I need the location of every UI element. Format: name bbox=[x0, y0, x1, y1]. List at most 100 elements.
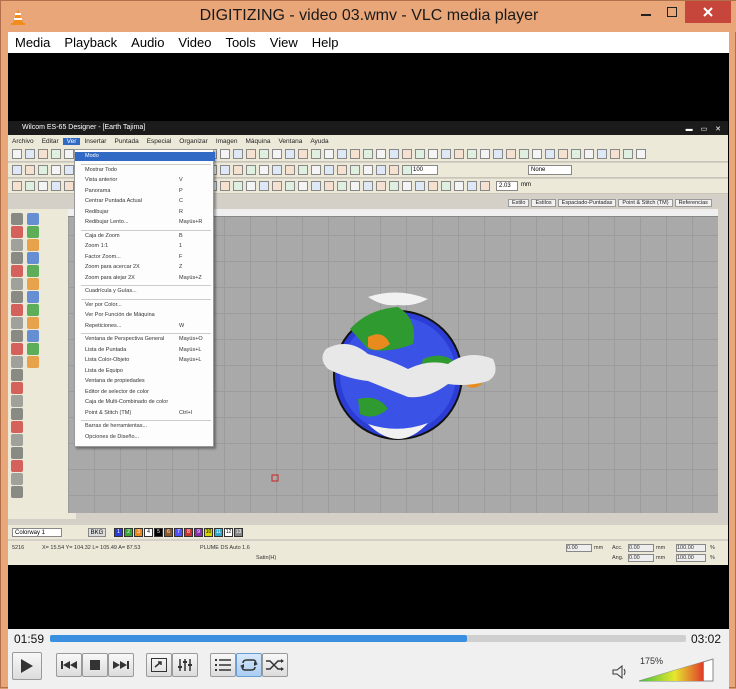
status-unit: mm bbox=[656, 555, 666, 561]
cursor-coords: X= 15.54 Y= 104.32 L= 105.49 A= 87.53 bbox=[42, 545, 141, 551]
toolbar-icon bbox=[64, 149, 74, 159]
toolbox-tool-icon bbox=[27, 356, 39, 368]
colorway-select: Colorway 1 bbox=[12, 528, 62, 537]
view-menu-item-label: Redibujar bbox=[85, 208, 109, 215]
palette-swatch: 3 bbox=[134, 528, 143, 537]
view-menu-item-shortcut: Mayús+R bbox=[179, 219, 203, 225]
volume-slider[interactable] bbox=[639, 657, 715, 683]
toolbar-icon bbox=[272, 165, 282, 175]
extended-settings-button[interactable] bbox=[172, 653, 198, 677]
toolbar-icon bbox=[233, 165, 243, 175]
menu-audio[interactable]: Audio bbox=[124, 35, 171, 50]
toolbar-icon bbox=[25, 165, 35, 175]
total-time: 03:02 bbox=[691, 632, 722, 646]
view-menu-item-shortcut: Z bbox=[179, 264, 183, 270]
toolbox-tool-icon bbox=[27, 317, 39, 329]
view-menu-item: Caja de Multi-Combinado de color bbox=[75, 398, 215, 407]
style-dropdown: None bbox=[528, 165, 572, 175]
toolbar-icon bbox=[467, 181, 477, 191]
status-unit: % bbox=[710, 555, 715, 561]
toolbox-tool-icon bbox=[11, 486, 23, 498]
status-field: 100.00 bbox=[676, 554, 706, 562]
toolbar-icon bbox=[25, 149, 35, 159]
menu-help[interactable]: Help bbox=[305, 35, 346, 50]
toolbar-icon bbox=[298, 165, 308, 175]
toolbar-icon bbox=[285, 149, 295, 159]
toolbox-tool-icon bbox=[27, 278, 39, 290]
toolbox-tool-icon bbox=[11, 421, 23, 433]
palette-swatch: 7 bbox=[174, 528, 183, 537]
maximize-button[interactable] bbox=[658, 1, 686, 23]
status-field: 0.00 bbox=[628, 554, 654, 562]
seek-slider[interactable] bbox=[50, 635, 686, 642]
menu-media[interactable]: Media bbox=[8, 35, 57, 50]
toolbox-tool-icon bbox=[27, 330, 39, 342]
toolbox-tool-icon bbox=[27, 213, 39, 225]
toolbar-icon bbox=[363, 149, 373, 159]
view-menu-item-shortcut: Mayús+L bbox=[179, 357, 202, 363]
toolbox-tool-icon bbox=[11, 473, 23, 485]
stitch-length-field: 2.03 bbox=[496, 181, 518, 191]
view-menu-item-label: Zoom 1:1 bbox=[85, 243, 109, 249]
minimize-button[interactable] bbox=[632, 1, 660, 23]
stop-button[interactable] bbox=[82, 653, 108, 677]
play-button[interactable] bbox=[12, 652, 42, 680]
toolbar-icon bbox=[298, 149, 308, 159]
view-menu-item-label: Ventana de Perspectiva General bbox=[85, 336, 165, 342]
bkg-swatch: BKG bbox=[88, 528, 106, 537]
toolbar-icon bbox=[272, 181, 282, 191]
loop-button[interactable] bbox=[236, 653, 262, 677]
palette-swatch: 12 bbox=[224, 528, 233, 537]
toolbar-icon bbox=[38, 181, 48, 191]
previous-button[interactable] bbox=[56, 653, 82, 677]
palette-swatch: 8 bbox=[184, 528, 193, 537]
playlist-button[interactable] bbox=[210, 653, 236, 677]
toolbar-icon bbox=[441, 149, 451, 159]
view-menu-item: Cuadrícula y Guías... bbox=[75, 287, 215, 296]
docker-tab: Referencias bbox=[674, 199, 712, 207]
toolbox-tool-icon bbox=[11, 369, 23, 381]
menu-video[interactable]: Video bbox=[171, 35, 218, 50]
menu-playback[interactable]: Playback bbox=[57, 35, 124, 50]
emb-menu-item: Organizar bbox=[179, 137, 208, 145]
emb-menu-item: Máquina bbox=[245, 137, 271, 145]
palette-swatch: 9 bbox=[194, 528, 203, 537]
view-menu-item-label: Caja de Zoom bbox=[85, 232, 120, 239]
toolbar-icon bbox=[272, 149, 282, 159]
view-menu-item: Redibujar Lento... Mayús+R bbox=[75, 218, 215, 227]
toolbar-icon bbox=[259, 149, 269, 159]
toolbar-icon bbox=[376, 165, 386, 175]
toolbar-icon bbox=[441, 181, 451, 191]
status-label: Acc. bbox=[612, 545, 623, 551]
video-area[interactable]: Wilcom ES-65 Designer - [Earth Tajima] ▬… bbox=[8, 53, 729, 629]
view-menu-item-label: Cuadrícula y Guías... bbox=[85, 288, 137, 294]
speaker-icon[interactable] bbox=[612, 665, 628, 679]
toolbar-icon bbox=[376, 181, 386, 191]
menu-separator bbox=[81, 420, 211, 421]
view-menu-item: Zoom para alejar 2X Mayús+Z bbox=[75, 274, 215, 283]
view-menu-item-label: Caja de Multi-Combinado de color bbox=[85, 399, 169, 405]
view-menu-item-shortcut: W bbox=[179, 322, 185, 329]
close-button[interactable] bbox=[685, 1, 731, 23]
toolbar-icon bbox=[12, 165, 22, 175]
toolbar-icon bbox=[415, 181, 425, 191]
toolbox-tool-icon bbox=[27, 304, 39, 316]
palette-swatch: 5 bbox=[154, 528, 163, 537]
view-menu-item-label: Factor Zoom... bbox=[85, 253, 121, 260]
toolbar-icon bbox=[402, 149, 412, 159]
palette-swatch: 6 bbox=[164, 528, 173, 537]
view-menu-item-label: Vista anterior bbox=[85, 177, 118, 183]
toolbar-icon bbox=[51, 165, 61, 175]
view-menu-item: Centrar Puntada Actual C bbox=[75, 197, 215, 206]
menu-view[interactable]: View bbox=[263, 35, 305, 50]
toolbar-icon bbox=[12, 181, 22, 191]
shuffle-button[interactable] bbox=[262, 653, 288, 677]
next-button[interactable] bbox=[108, 653, 134, 677]
play-icon bbox=[21, 659, 33, 673]
view-menu-item-shortcut: Mayús+Z bbox=[179, 274, 202, 281]
fullscreen-button[interactable] bbox=[146, 653, 172, 677]
menu-tools[interactable]: Tools bbox=[218, 35, 262, 50]
status-unit: % bbox=[710, 545, 715, 551]
window-title: DIGITIZING - video 03.wmv - VLC media pl… bbox=[199, 7, 539, 24]
status-field: 100.00 bbox=[676, 544, 706, 552]
